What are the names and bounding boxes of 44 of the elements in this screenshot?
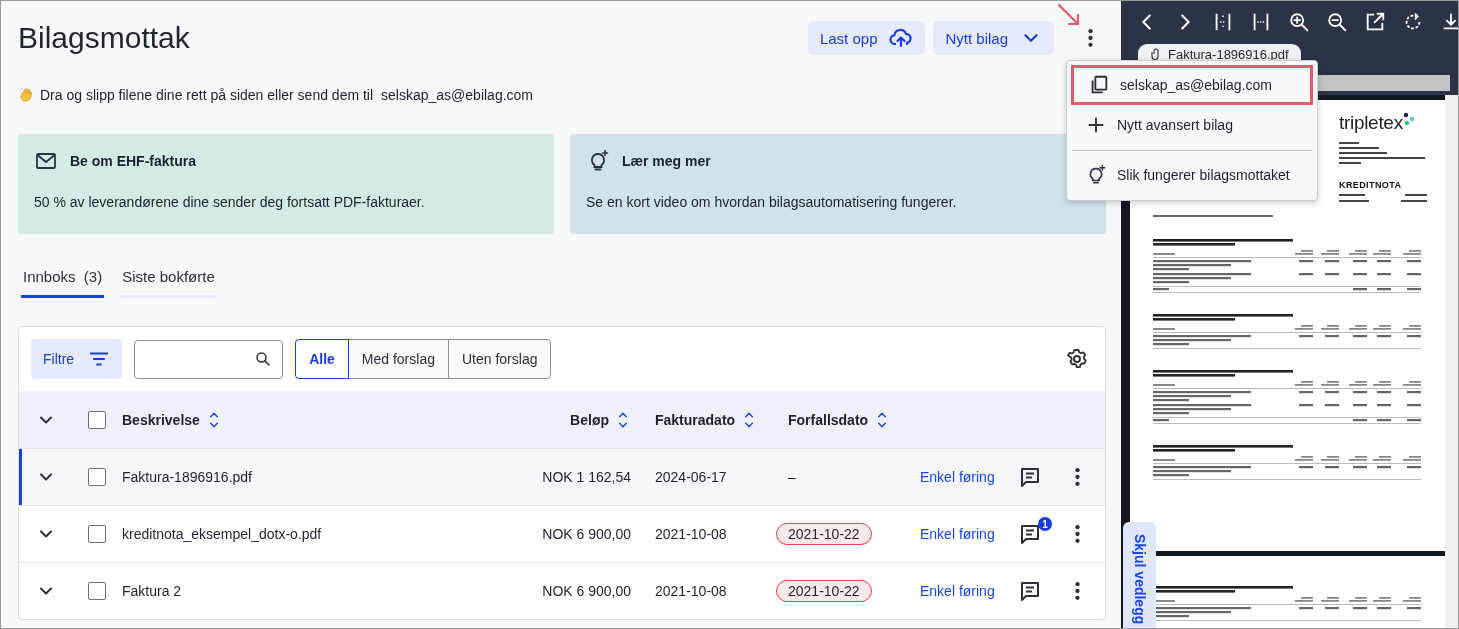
filter-segment[interactable]: Uten forslag [447,339,552,379]
document-title: KREDITNOTA [1339,180,1403,190]
card-text: 50 % av leverandørene dine sender deg fortsatt PDF-fakturaer. [34,194,426,210]
table-row[interactable]: Faktura-1896916.pdf NOK 1 162,54 2024-06-17 – Enkel føring [19,448,1105,505]
menu-item[interactable]: Slik fungerer bilagsmottaket [1067,155,1317,194]
table-cell: Faktura 2 [122,583,182,599]
card-text: Se en kort video om hvordan bilagsautomatisering fungerer. [586,194,958,210]
action-link[interactable]: Enkel føring [910,526,995,542]
menu-item[interactable]: Nytt avansert bilag [1067,105,1317,144]
table-cell: NOK 6 900,00 [542,526,631,542]
tab[interactable]: Siste bokførte [120,268,217,298]
logo-text: tripletex [1339,112,1403,134]
table-cell: NOK 1 162,54 [542,469,631,485]
action-link[interactable]: Enkel føring [910,583,995,599]
filter-segment[interactable]: Med forslag [347,339,449,379]
filter-segment[interactable]: Alle [295,339,349,379]
column-header[interactable]: Forfallsdato [788,411,869,428]
menu-item[interactable]: selskap_as@ebilag.com [1071,65,1313,105]
table-cell: 2021-10-08 [655,583,727,599]
card-title: Be om EHF-faktura [70,153,197,169]
table-cell: NOK 6 900,00 [542,583,631,599]
hide-attachment-tab[interactable]: Skjul vedlegg [1123,522,1156,628]
column-header[interactable]: Beskrivelse [122,411,200,428]
page-title: Bilagsmottak [18,21,191,55]
comment-count: 1 [1038,517,1052,531]
table-cell: 2021-10-08 [655,526,727,542]
column-header[interactable]: Fakturadato [655,411,736,428]
table-cell: kreditnota_eksempel_dotx-o.pdf [122,526,322,542]
action-link[interactable]: Enkel føring [910,469,995,485]
table-row[interactable]: Faktura 2 NOK 6 900,00 2021-10-08 2021-10-22 Enkel føring [19,562,1105,619]
table-cell: Faktura-1896916.pdf [122,469,252,485]
overdue-date: 2021-10-22 [776,580,872,602]
filter-button[interactable]: Filtre [31,339,123,379]
email-address: selskap_as@ebilag.com [381,87,534,103]
card-title: Lær meg mer [622,153,711,169]
table-cell-text: – [787,469,796,485]
upload-button[interactable]: Last opp [807,21,926,55]
overdue-date: 2021-10-22 [776,523,872,545]
table-row[interactable]: kreditnota_eksempel_dotx-o.pdf NOK 6 900,00 2021-10-08 2021-10-22 Enkel føring 1 [19,505,1105,562]
column-header[interactable]: Beløp [570,411,609,428]
tab[interactable]: Innboks (3) [21,268,105,298]
upload-hint: Dra og slipp filene dine rett på siden eller send dem til [40,87,374,103]
table-cell: 2024-06-17 [655,469,727,485]
new-voucher-button[interactable]: Nytt bilag [933,21,1054,55]
